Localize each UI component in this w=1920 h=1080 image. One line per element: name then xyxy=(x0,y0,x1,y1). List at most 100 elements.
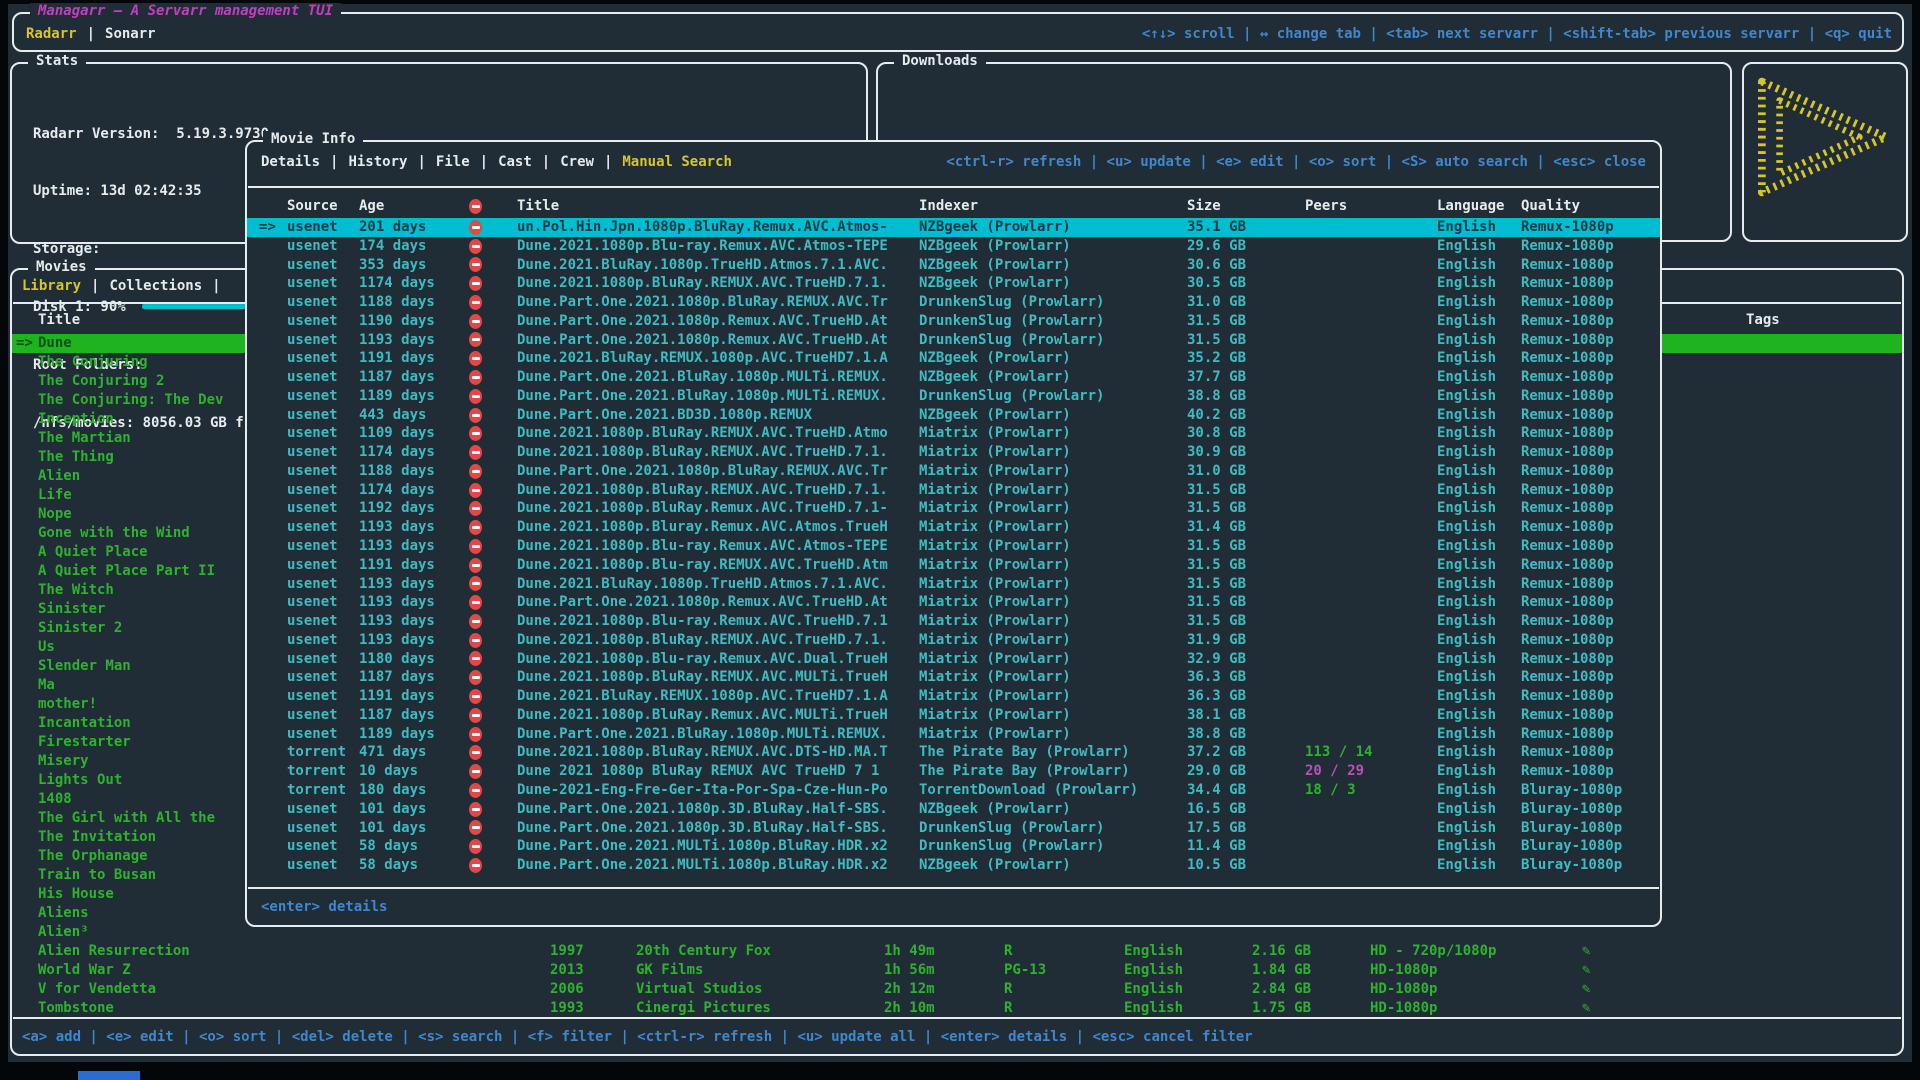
release-peers: 18 / 3 xyxy=(1305,781,1437,800)
release-row[interactable]: usenet 174 days Dune.2021.1080p.Blu-ray.… xyxy=(247,237,1660,256)
release-row[interactable]: usenet 443 days Dune.Part.One.2021.BD3D.… xyxy=(247,406,1660,425)
movie-row[interactable]: V for Vendetta 2006 Virtual Studios 2h 1… xyxy=(12,980,1902,999)
release-source: usenet xyxy=(287,218,359,237)
selection-marker xyxy=(259,837,287,856)
selection-marker xyxy=(12,429,38,448)
tab-details[interactable]: Details xyxy=(261,154,320,170)
release-row[interactable]: usenet 1174 days Dune.2021.1080p.BluRay.… xyxy=(247,274,1660,293)
release-row[interactable]: torrent 471 days Dune.2021.1080p.BluRay.… xyxy=(247,743,1660,762)
release-rejection xyxy=(469,556,517,575)
selection-marker xyxy=(259,293,287,312)
release-row[interactable]: usenet 1191 days Dune.2021.BluRay.REMUX.… xyxy=(247,349,1660,368)
release-row[interactable]: usenet 1180 days Dune.2021.1080p.Blu-ray… xyxy=(247,650,1660,669)
column-title: Title xyxy=(517,198,919,214)
tab-crew[interactable]: Crew xyxy=(560,154,594,170)
release-size: 17.5 GB xyxy=(1187,819,1305,838)
release-source: usenet xyxy=(287,499,359,518)
release-row[interactable]: usenet 101 days Dune.Part.One.2021.1080p… xyxy=(247,819,1660,838)
release-row[interactable]: usenet 1193 days Dune.Part.One.2021.1080… xyxy=(247,593,1660,612)
release-row[interactable]: usenet 1190 days Dune.Part.One.2021.1080… xyxy=(247,312,1660,331)
release-row[interactable]: usenet 1193 days Dune.2021.1080p.Blu-ray… xyxy=(247,537,1660,556)
release-source: usenet xyxy=(287,349,359,368)
release-row[interactable]: usenet 1191 days Dune.2021.BluRay.REMUX.… xyxy=(247,687,1660,706)
release-row[interactable]: usenet 1191 days Dune.2021.1080p.Blu-ray… xyxy=(247,556,1660,575)
release-source: usenet xyxy=(287,668,359,687)
tab-separator: | xyxy=(470,154,498,170)
release-size: 31.5 GB xyxy=(1187,312,1305,331)
release-row[interactable]: usenet 1193 days Dune.2021.BluRay.1080p.… xyxy=(247,575,1660,594)
release-row[interactable]: usenet 58 days Dune.Part.One.2021.MULTi.… xyxy=(247,837,1660,856)
release-indexer: NZBgeek (Prowlarr) xyxy=(919,237,1187,256)
release-rejection xyxy=(469,274,517,293)
release-language: English xyxy=(1437,481,1521,500)
selection-marker xyxy=(259,499,287,518)
tab-manual-search[interactable]: Manual Search xyxy=(622,154,732,170)
release-row[interactable]: usenet 1193 days Dune.2021.1080p.BluRay.… xyxy=(247,631,1660,650)
release-row[interactable]: usenet 1189 days Dune.Part.One.2021.BluR… xyxy=(247,725,1660,744)
release-row[interactable]: => usenet 201 days un.Pol.Hin.Jpn.1080p.… xyxy=(247,218,1660,237)
release-row[interactable]: usenet 1189 days Dune.Part.One.2021.BluR… xyxy=(247,387,1660,406)
movie-tags xyxy=(1746,999,1902,1017)
release-row[interactable]: torrent 180 days Dune-2021-Eng-Fre-Ger-I… xyxy=(247,781,1660,800)
release-age: 1109 days xyxy=(359,424,469,443)
release-size: 31.5 GB xyxy=(1187,556,1305,575)
tab-radarr[interactable]: Radarr xyxy=(26,26,77,42)
movie-tags xyxy=(1746,923,1902,942)
movie-row[interactable]: World War Z 2013 GK Films 1h 56m PG-13 E… xyxy=(12,961,1902,980)
release-title: Dune.Part.One.2021.BD3D.1080p.REMUX xyxy=(517,406,919,425)
release-row[interactable]: usenet 1192 days Dune.2021.1080p.BluRay.… xyxy=(247,499,1660,518)
release-quality: Remux-1080p xyxy=(1521,368,1660,387)
release-row[interactable]: usenet 1188 days Dune.Part.One.2021.1080… xyxy=(247,293,1660,312)
movie-row[interactable]: Alien Resurrection 1997 20th Century Fox… xyxy=(12,942,1902,961)
release-row[interactable]: usenet 1193 days Dune.2021.1080p.Bluray.… xyxy=(247,518,1660,537)
release-row[interactable]: usenet 1193 days Dune.Part.One.2021.1080… xyxy=(247,331,1660,350)
release-row[interactable]: usenet 1193 days Dune.2021.1080p.Blu-ray… xyxy=(247,612,1660,631)
release-row[interactable]: usenet 1174 days Dune.2021.1080p.BluRay.… xyxy=(247,481,1660,500)
no-entry-icon xyxy=(469,520,482,535)
release-row[interactable]: usenet 58 days Dune.Part.One.2021.MULTi.… xyxy=(247,856,1660,875)
selection-marker xyxy=(259,556,287,575)
release-row[interactable]: usenet 101 days Dune.Part.One.2021.1080p… xyxy=(247,800,1660,819)
release-indexer: TorrentDownload (Prowlarr) xyxy=(919,781,1187,800)
selection-marker xyxy=(12,923,38,942)
release-indexer: NZBgeek (Prowlarr) xyxy=(919,800,1187,819)
release-quality: Bluray-1080p xyxy=(1521,837,1660,856)
release-peers xyxy=(1305,837,1437,856)
release-size: 29.6 GB xyxy=(1187,237,1305,256)
release-source: usenet xyxy=(287,481,359,500)
release-row[interactable]: usenet 1187 days Dune.2021.1080p.BluRay.… xyxy=(247,668,1660,687)
tab-file[interactable]: File xyxy=(436,154,470,170)
movie-quality: HD-1080p xyxy=(1370,961,1582,980)
release-rejection xyxy=(469,237,517,256)
tab-library[interactable]: Library xyxy=(22,278,81,294)
release-row[interactable]: torrent 10 days Dune 2021 1080p BluRay R… xyxy=(247,762,1660,781)
tab-separator: | xyxy=(594,154,622,170)
tab-history[interactable]: History xyxy=(348,154,407,170)
release-row[interactable]: usenet 1187 days Dune.Part.One.2021.BluR… xyxy=(247,368,1660,387)
release-row[interactable]: usenet 1109 days Dune.2021.1080p.BluRay.… xyxy=(247,424,1660,443)
selection-marker xyxy=(12,372,38,391)
release-row[interactable]: usenet 1174 days Dune.2021.1080p.BluRay.… xyxy=(247,443,1660,462)
tab-collections[interactable]: Collections xyxy=(109,278,202,294)
selection-marker xyxy=(259,762,287,781)
release-quality: Remux-1080p xyxy=(1521,443,1660,462)
movie-year: 1997 xyxy=(550,942,636,961)
release-title: Dune.2021.1080p.BluRay.REMUX.AVC.TrueHD.… xyxy=(517,631,919,650)
release-row[interactable]: usenet 1187 days Dune.2021.1080p.BluRay.… xyxy=(247,706,1660,725)
no-entry-icon xyxy=(469,576,482,591)
release-row[interactable]: usenet 1188 days Dune.Part.One.2021.1080… xyxy=(247,462,1660,481)
no-entry-icon xyxy=(469,445,482,460)
modal-keybindings: <enter> details xyxy=(247,889,1660,925)
release-title: Dune.Part.One.2021.1080p.3D.BluRay.Half-… xyxy=(517,800,919,819)
movie-row[interactable]: Tombstone 1993 Cinergi Pictures 2h 10m R… xyxy=(12,999,1902,1017)
movie-tags xyxy=(1746,410,1902,429)
release-row[interactable]: usenet 353 days Dune.2021.BluRay.1080p.T… xyxy=(247,256,1660,275)
selection-marker xyxy=(12,714,38,733)
release-language: English xyxy=(1437,706,1521,725)
movie-tags xyxy=(1746,809,1902,828)
tab-cast[interactable]: Cast xyxy=(498,154,532,170)
release-indexer: Miatrix (Prowlarr) xyxy=(919,499,1187,518)
tab-sonarr[interactable]: Sonarr xyxy=(105,26,156,42)
release-title: Dune.Part.One.2021.1080p.3D.BluRay.Half-… xyxy=(517,819,919,838)
selection-marker xyxy=(12,847,38,866)
